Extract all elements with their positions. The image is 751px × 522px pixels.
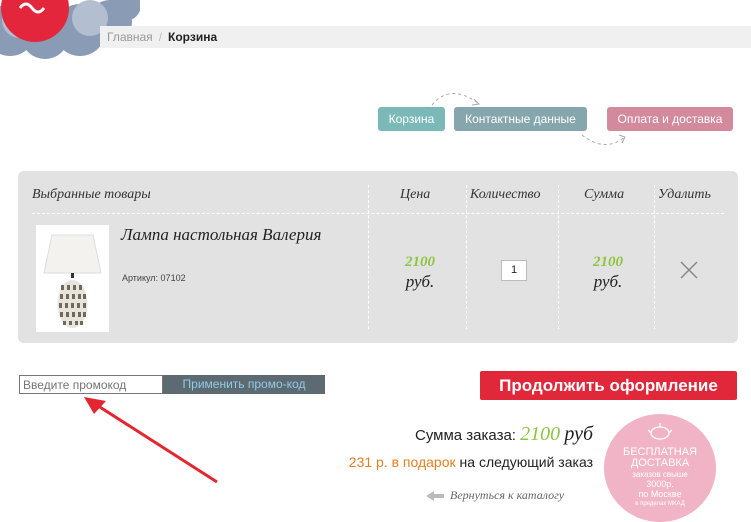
badge-line-4: 3000р.	[646, 479, 674, 489]
order-total-value: 2100	[520, 423, 561, 445]
order-total-currency: руб	[564, 423, 593, 445]
header-price: Цена	[400, 187, 431, 202]
step-cart[interactable]: Корзина	[378, 107, 445, 131]
delete-icon[interactable]	[678, 259, 700, 281]
header-delete: Удалить	[658, 187, 711, 202]
back-to-catalog-label: Вернуться к каталогу	[450, 488, 565, 502]
cart-table: Выбранные товары Цена Количество Сумма У…	[18, 171, 738, 343]
header-products: Выбранные товары	[32, 187, 151, 202]
continue-checkout-button[interactable]: Продолжить оформление	[480, 371, 737, 400]
arrow-left-icon	[426, 491, 434, 502]
free-delivery-badge: БЕСПЛАТНАЯ ДОСТАВКА заказов свыше 3000р.…	[604, 414, 716, 522]
order-total: Сумма заказа: 2100 руб	[415, 423, 593, 446]
column-divider	[466, 185, 467, 329]
back-to-catalog-link[interactable]: Вернуться к каталогу	[426, 488, 564, 503]
step-payment-delivery[interactable]: Оплата и доставка	[607, 107, 733, 131]
product-price-value: 2100	[405, 254, 435, 270]
column-divider	[558, 185, 559, 329]
delivery-icon	[648, 423, 672, 440]
apply-promo-button[interactable]: Применить промо-код	[163, 375, 325, 394]
gift-bonus-line: 231 р. в подарок на следующий заказ	[349, 454, 593, 470]
header-sum: Сумма	[584, 187, 625, 202]
badge-line-5: по Москве	[638, 489, 682, 499]
product-name-link[interactable]: Лампа настольная Валерия	[121, 225, 361, 245]
gift-bonus-text: на следующий заказ	[459, 454, 593, 470]
badge-line-3: заказов свыше	[632, 470, 688, 479]
product-sum-currency: руб.	[593, 272, 623, 291]
product-image[interactable]	[36, 225, 109, 332]
pointer-arrow-decoration	[84, 397, 218, 484]
product-sum-value: 2100	[593, 254, 623, 270]
column-divider	[654, 185, 655, 329]
product-price-currency: руб.	[405, 272, 435, 291]
product-sku: Артикул: 07102	[122, 273, 186, 283]
badge-line-2: ДОСТАВКА	[630, 457, 690, 469]
step-contacts[interactable]: Контактные данные	[454, 107, 587, 131]
promo-code-input[interactable]	[19, 375, 163, 394]
gift-bonus-amount: 231 р. в подарок	[348, 454, 456, 470]
breadcrumb: Главная / Корзина	[100, 26, 751, 48]
breadcrumb-separator: /	[158, 30, 163, 44]
header-quantity: Количество	[470, 187, 541, 202]
order-total-label: Сумма заказа:	[415, 427, 516, 444]
quantity-input[interactable]: 1	[501, 260, 527, 281]
badge-line-6: в пределах МКАД	[635, 501, 685, 507]
column-divider	[368, 185, 369, 329]
breadcrumb-current: Корзина	[168, 30, 218, 44]
arrow-left-icon-tail	[434, 494, 444, 499]
header-divider	[32, 213, 724, 214]
breadcrumb-home-link[interactable]: Главная	[107, 30, 153, 44]
